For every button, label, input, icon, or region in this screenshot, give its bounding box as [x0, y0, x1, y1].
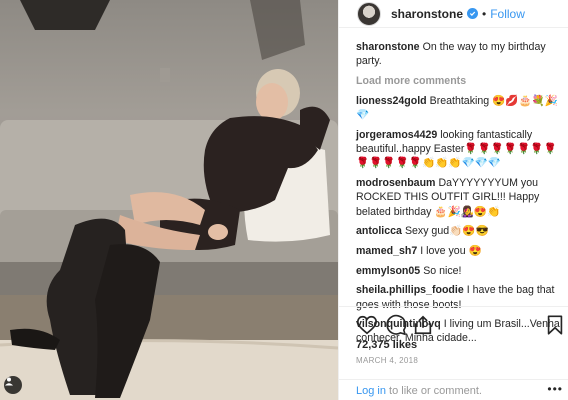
header-separator: •	[482, 6, 487, 21]
profile-thumb-icon[interactable]	[4, 376, 22, 394]
heart-icon[interactable]	[356, 314, 378, 336]
list-item: emmylson05 So nice!	[356, 264, 564, 278]
list-item: jorgeramos4429 looking fantastically beau…	[356, 128, 564, 171]
comment-username[interactable]: jorgeramos4429	[356, 129, 437, 141]
comment-icon[interactable]	[385, 314, 407, 336]
post-actions-section: 72,375 likes MARCH 4, 2018 Log in to lik…	[339, 306, 568, 400]
comment-text: Sexy gud👏🏻😍😎	[404, 225, 489, 238]
comment-username[interactable]: antolicca	[356, 225, 402, 237]
comment-username[interactable]: lioness24gold	[356, 95, 427, 107]
post-date[interactable]: MARCH 4, 2018	[356, 356, 418, 365]
list-item: antolicca Sexy gud👏🏻😍😎	[356, 224, 564, 238]
comment-list: sharonstone On the way to my birthday par…	[356, 40, 564, 351]
header-username[interactable]: sharonstone	[391, 7, 463, 21]
comment-username[interactable]: emmylson05	[356, 265, 420, 277]
likes-count[interactable]: 72,375 likes	[356, 339, 417, 351]
follow-button[interactable]: Follow	[490, 7, 525, 21]
action-bar	[356, 314, 566, 336]
comment-username[interactable]: modrosenbaum	[356, 177, 435, 189]
post-photo[interactable]	[0, 0, 338, 400]
comment-username[interactable]: sheila.phillips_foodie	[356, 284, 464, 296]
caption-username[interactable]: sharonstone	[356, 41, 420, 53]
comment-text: I love you 😍	[420, 244, 482, 257]
verified-badge-icon	[467, 8, 479, 19]
avatar[interactable]	[357, 1, 381, 26]
list-item: mamed_sh7 I love you 😍	[356, 244, 564, 258]
load-more-comments-button[interactable]: Load more comments	[356, 74, 564, 88]
login-prompt: Log in to like or comment. •••	[339, 379, 568, 400]
photo-illustration	[0, 0, 338, 400]
bookmark-icon[interactable]	[544, 314, 566, 336]
comment-username[interactable]: mamed_sh7	[356, 245, 417, 257]
share-icon[interactable]	[412, 314, 434, 336]
post-header: sharonstone • Follow	[339, 0, 568, 28]
more-options-icon[interactable]: •••	[547, 382, 563, 396]
list-item: lioness24gold Breathtaking 😍💋🎂💐🎉💎	[356, 94, 564, 122]
login-prompt-text: to like or comment.	[385, 385, 482, 397]
comment-text: So nice!	[423, 264, 462, 277]
list-item: modrosenbaum DaYYYYYYYUM you ROCKED THIS …	[356, 176, 564, 219]
post-side-panel: sharonstone • Follow sharonstone On the w…	[338, 0, 568, 400]
caption: sharonstone On the way to my birthday par…	[356, 40, 564, 68]
login-link[interactable]: Log in	[356, 385, 386, 397]
